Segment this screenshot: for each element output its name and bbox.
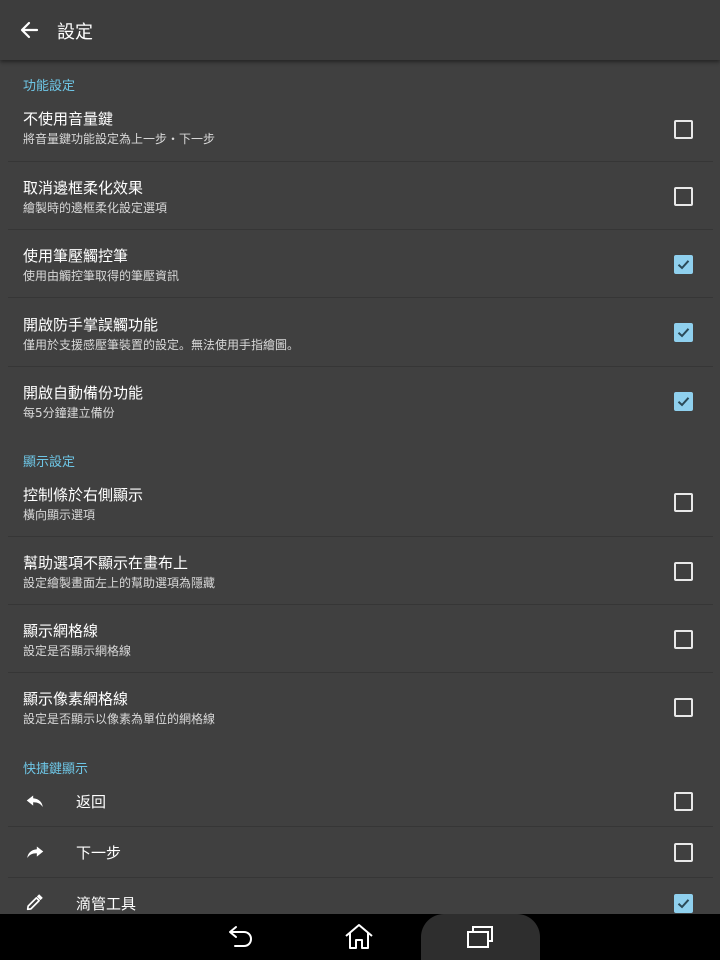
setting-subtitle: 橫向顯示選項 (23, 508, 96, 522)
setting-row-disable-volume-keys[interactable]: 不使用音量鍵 將音量鍵功能設定為上一步・下一步 (8, 100, 713, 162)
setting-title: 顯示網格線 (23, 622, 99, 640)
checkbox-checked[interactable] (674, 392, 693, 411)
setting-subtitle: 設定是否顯示以像素為單位的網格線 (23, 712, 216, 726)
section-header-shortcuts: 快捷鍵顯示 (23, 762, 89, 777)
setting-title: 取消邊框柔化效果 (23, 179, 144, 197)
setting-row-controls-right[interactable]: 控制條於右側顯示 橫向顯示選項 (8, 468, 713, 537)
home-icon (345, 924, 373, 949)
setting-title: 開啟防手掌誤觸功能 (23, 316, 159, 334)
setting-row-grid-lines[interactable]: 顯示網格線 設定是否顯示網格線 (8, 605, 713, 673)
setting-row-pixel-grid[interactable]: 顯示像素網格線 設定是否顯示以像素為單位的網格線 (8, 673, 713, 741)
checkbox[interactable] (674, 698, 693, 717)
redo-icon (27, 846, 44, 858)
checkbox[interactable] (674, 493, 693, 512)
checkbox-checked[interactable] (674, 894, 693, 913)
setting-row-palm-rejection[interactable]: 開啟防手掌誤觸功能 僅用於支援感壓筆裝置的設定。無法使用手指繪圖。 (8, 298, 713, 367)
back-nav-icon (229, 926, 253, 947)
checkmark-icon (677, 328, 690, 338)
nav-back-button[interactable] (223, 921, 257, 953)
setting-title: 使用筆壓觸控筆 (23, 247, 129, 265)
setting-subtitle: 繪製時的邊框柔化設定選項 (23, 201, 168, 215)
shortcut-row-undo[interactable]: 返回 (8, 776, 713, 827)
setting-subtitle: 使用由觸控筆取得的筆壓資訊 (23, 269, 180, 283)
checkbox[interactable] (674, 562, 693, 581)
checkmark-icon (677, 260, 690, 270)
checkbox[interactable] (674, 792, 693, 811)
system-navigation-bar (0, 914, 720, 960)
shortcut-label: 返回 (76, 793, 107, 811)
setting-row-hide-help[interactable]: 幫助選項不顯示在畫布上 設定繪製畫面左上的幫助選項為隱藏 (8, 537, 713, 605)
setting-title: 不使用音量鍵 (23, 110, 114, 128)
setting-row-disable-antialias[interactable]: 取消邊框柔化效果 繪製時的邊框柔化設定選項 (8, 162, 713, 230)
setting-row-pressure-stylus[interactable]: 使用筆壓觸控筆 使用由觸控筆取得的筆壓資訊 (8, 230, 713, 298)
checkmark-icon (677, 899, 690, 909)
setting-row-auto-backup[interactable]: 開啟自動備份功能 每5分鐘建立備份 (8, 367, 713, 435)
nav-recent-apps-button[interactable] (463, 921, 497, 953)
app-bar: 設定 (0, 0, 720, 60)
recent-apps-icon (467, 926, 493, 948)
checkbox[interactable] (674, 187, 693, 206)
setting-title: 顯示像素網格線 (23, 690, 129, 708)
undo-icon (26, 795, 43, 807)
checkbox[interactable] (674, 120, 693, 139)
setting-subtitle: 每5分鐘建立備份 (23, 406, 115, 420)
setting-title: 幫助選項不顯示在畫布上 (23, 554, 189, 572)
setting-subtitle: 僅用於支援感壓筆裝置的設定。無法使用手指繪圖。 (23, 338, 300, 352)
setting-title: 控制條於右側顯示 (23, 486, 144, 504)
setting-subtitle: 設定繪製畫面左上的幫助選項為隱藏 (23, 576, 216, 590)
nav-home-button[interactable] (342, 921, 376, 953)
checkbox[interactable] (674, 843, 693, 862)
setting-subtitle: 將音量鍵功能設定為上一步・下一步 (23, 132, 216, 146)
setting-title: 開啟自動備份功能 (23, 384, 144, 402)
arrow-left-icon (20, 21, 39, 39)
eyedropper-icon (26, 894, 43, 911)
page-title: 設定 (57, 22, 93, 43)
setting-subtitle: 設定是否顯示網格線 (23, 644, 132, 658)
checkmark-icon (677, 397, 690, 407)
shortcut-label: 滴管工具 (76, 895, 137, 913)
shortcut-row-redo[interactable]: 下一步 (8, 827, 713, 878)
checkbox-checked[interactable] (674, 255, 693, 274)
shortcut-label: 下一步 (76, 844, 122, 862)
settings-list[interactable]: 功能設定 不使用音量鍵 將音量鍵功能設定為上一步・下一步 取消邊框柔化效果 繪製… (0, 62, 720, 914)
back-button[interactable] (14, 14, 46, 46)
checkbox[interactable] (674, 630, 693, 649)
section-header-function: 功能設定 (23, 79, 76, 94)
shortcut-row-eyedropper[interactable]: 滴管工具 (8, 878, 713, 914)
checkbox-checked[interactable] (674, 323, 693, 342)
